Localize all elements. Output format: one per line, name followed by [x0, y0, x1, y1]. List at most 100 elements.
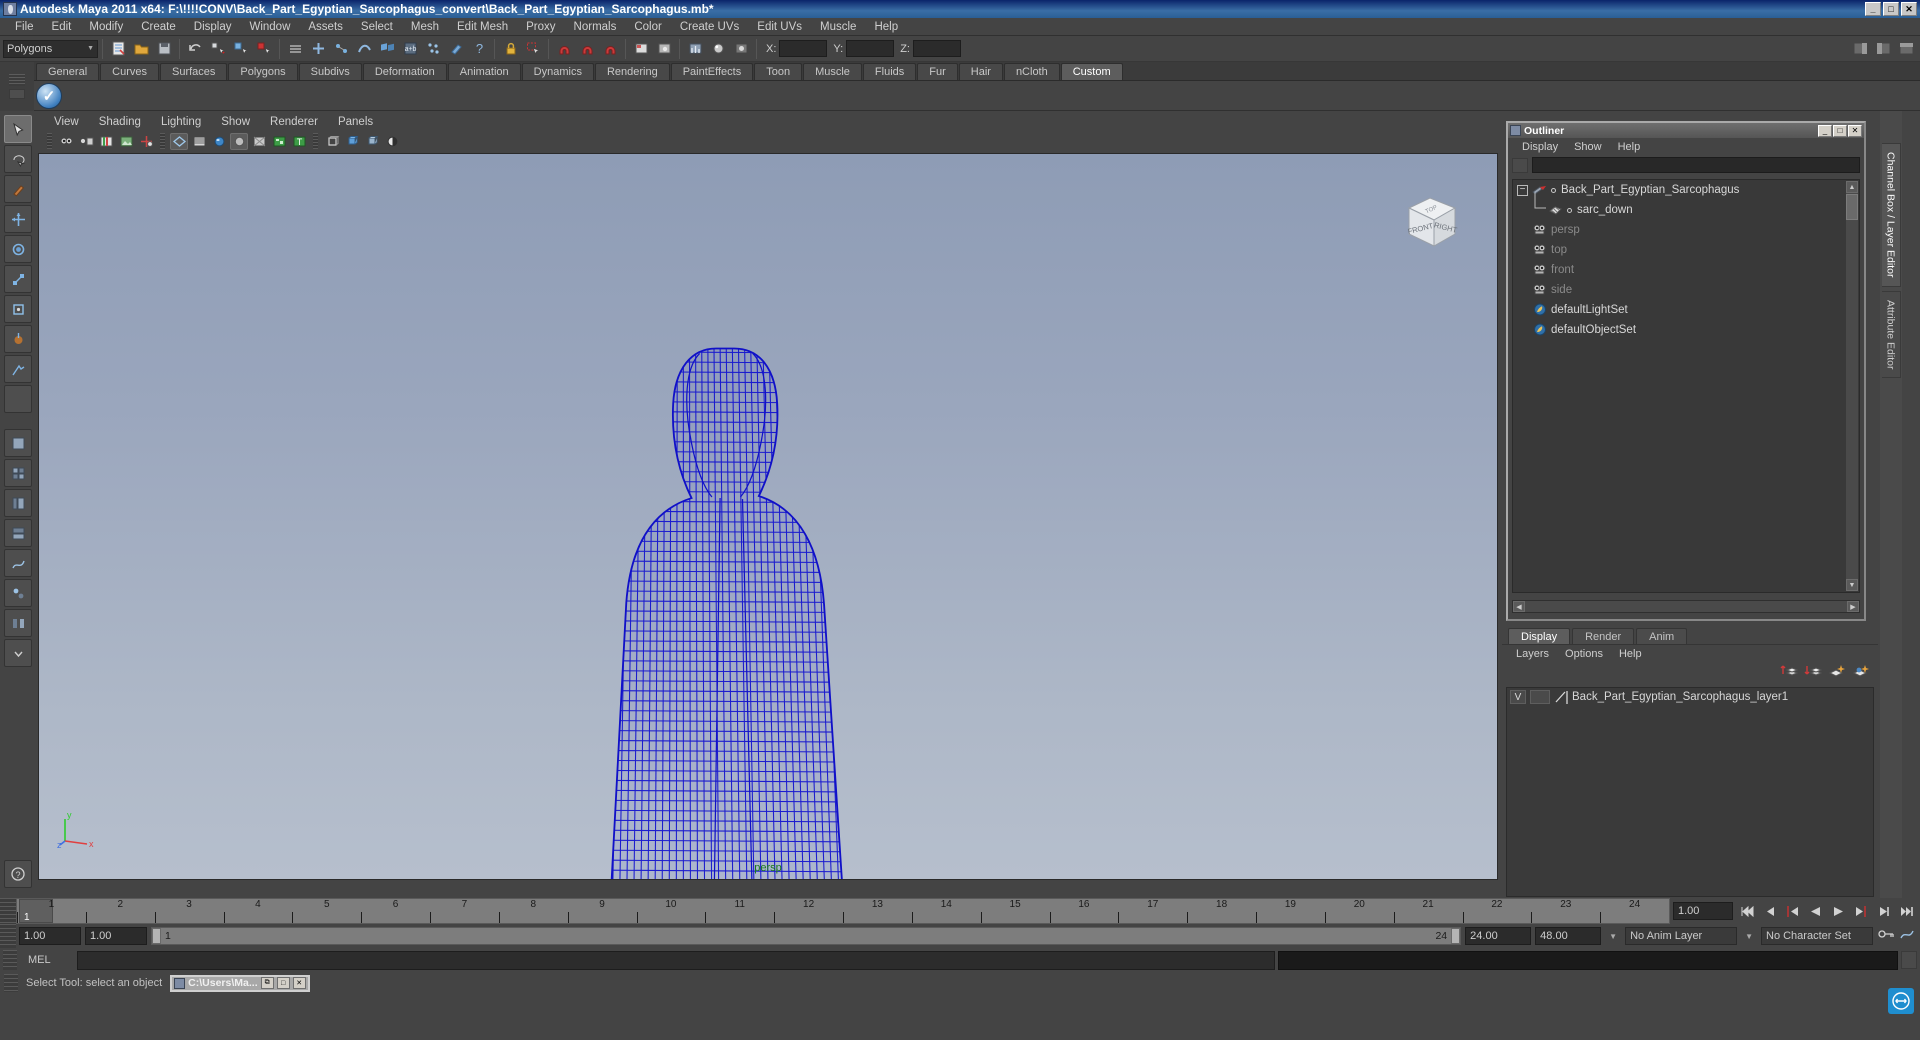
shelf-tab-ncloth[interactable]: nCloth — [1003, 63, 1060, 80]
construction-history-icon[interactable]: a+b — [399, 38, 421, 60]
outliner-item-defaultlightset[interactable]: defaultLightSet — [1513, 300, 1859, 320]
universal-manipulator-icon[interactable] — [4, 295, 32, 323]
smooth-mesh-preview-icon[interactable] — [363, 133, 381, 150]
two-d-pan-zoom-icon[interactable] — [137, 133, 155, 150]
layout-single-perspective-icon[interactable] — [4, 429, 32, 457]
view-cube[interactable]: FRONT RIGHT TOP — [1397, 188, 1467, 254]
shelf-tab-curves[interactable]: Curves — [100, 63, 159, 80]
anim-layer-selector[interactable]: No Anim Layer — [1625, 927, 1738, 945]
layer-color-swatch-icon[interactable] — [1554, 690, 1568, 704]
menu-item-create-uvs[interactable]: Create UVs — [671, 20, 748, 34]
rotate-tool-icon[interactable] — [4, 235, 32, 263]
command-input[interactable] — [77, 950, 1275, 970]
taskbar-close-icon[interactable]: ✕ — [292, 977, 306, 989]
hypershade-icon[interactable] — [707, 38, 729, 60]
magnet-a-icon[interactable] — [553, 38, 575, 60]
layer-menu-layers[interactable]: Layers — [1508, 648, 1557, 660]
menu-item-normals[interactable]: Normals — [565, 20, 626, 34]
scroll-right-icon[interactable]: ▶ — [1847, 601, 1859, 612]
taskbar-maximize-icon[interactable]: □ — [276, 977, 290, 989]
menu-item-file[interactable]: File — [6, 20, 43, 34]
render-settings-icon[interactable] — [684, 38, 706, 60]
scroll-thumb[interactable] — [1846, 194, 1858, 220]
outliner-connector-dot[interactable] — [1567, 207, 1572, 213]
layer-row[interactable]: V Back_Part_Egyptian_Sarcophagus_layer1 — [1507, 688, 1873, 706]
side-tab-attribute-editor[interactable]: Attribute Editor — [1881, 290, 1901, 378]
lasso-tool-icon[interactable] — [4, 145, 32, 173]
time-slider-grip[interactable] — [0, 898, 16, 924]
shelf-tab-fluids[interactable]: Fluids — [862, 63, 917, 80]
layer-menu-options[interactable]: Options — [1557, 648, 1611, 660]
make-live-icon[interactable] — [422, 38, 444, 60]
show-hide-channel-box-icon[interactable] — [1849, 38, 1871, 60]
menu-item-proxy[interactable]: Proxy — [517, 20, 564, 34]
icon-bar-grip[interactable] — [47, 133, 52, 149]
range-slider-grip[interactable] — [0, 924, 16, 948]
hardware-texturing-icon[interactable] — [210, 133, 228, 150]
step-forward-frame-icon[interactable] — [1874, 901, 1894, 921]
select-by-object-icon[interactable] — [230, 38, 252, 60]
outliner-filter-icon[interactable] — [1512, 157, 1528, 173]
outliner-menu-help[interactable]: Help — [1610, 141, 1649, 153]
layout-more-icon[interactable] — [4, 639, 32, 667]
move-tool-icon[interactable] — [4, 205, 32, 233]
menu-item-window[interactable]: Window — [240, 20, 299, 34]
save-scene-icon[interactable] — [153, 38, 175, 60]
current-time-field[interactable]: 1.00 — [1673, 902, 1733, 920]
play-backwards-icon[interactable] — [1805, 901, 1825, 921]
outliner-close-icon[interactable]: ✕ — [1848, 124, 1862, 137]
select-tool-icon[interactable] — [522, 38, 544, 60]
step-back-key-icon[interactable] — [1782, 901, 1802, 921]
menu-item-edit-uvs[interactable]: Edit UVs — [748, 20, 811, 34]
custom-shelf-check-icon[interactable]: ✓ — [36, 82, 62, 109]
paint-select-tool-icon[interactable] — [4, 175, 32, 203]
go-to-start-icon[interactable] — [1736, 901, 1756, 921]
shelf-tab-hair[interactable]: Hair — [958, 63, 1003, 80]
select-tool-icon[interactable] — [4, 115, 32, 143]
viewport-menu-view[interactable]: View — [44, 116, 89, 128]
shelf-tab-muscle[interactable]: Muscle — [803, 63, 862, 80]
window-controls[interactable]: _ □ ✕ — [1865, 2, 1917, 16]
viewport-menu-lighting[interactable]: Lighting — [151, 116, 211, 128]
outliner-item-side[interactable]: side — [1513, 280, 1859, 300]
book-bookmarks-icon[interactable] — [97, 133, 115, 150]
help-line-grip[interactable] — [4, 974, 18, 992]
isolate-select-icon[interactable] — [323, 133, 341, 150]
last-tool-used-icon[interactable] — [4, 385, 32, 413]
script-editor-icon[interactable] — [1901, 951, 1917, 969]
icon-bar-grip[interactable] — [160, 133, 165, 149]
go-to-end-icon[interactable] — [1897, 901, 1917, 921]
viewport-menu-show[interactable]: Show — [211, 116, 260, 128]
anim-total-field[interactable]: 48.00 — [1535, 927, 1602, 945]
outliner-item-front[interactable]: front — [1513, 260, 1859, 280]
layout-hypershade-icon[interactable] — [4, 579, 32, 607]
magnet-b-icon[interactable] — [576, 38, 598, 60]
layer-editor-tab-display[interactable]: Display — [1508, 628, 1571, 644]
help-line-icon[interactable]: ? — [468, 38, 490, 60]
viewport-menu-panels[interactable]: Panels — [328, 116, 383, 128]
menu-item-muscle[interactable]: Muscle — [811, 20, 865, 34]
menu-item-edit[interactable]: Edit — [43, 20, 81, 34]
menu-item-create[interactable]: Create — [132, 20, 185, 34]
shelf-tab-subdivs[interactable]: Subdivs — [298, 63, 362, 80]
range-end-handle[interactable] — [1451, 928, 1461, 944]
layer-visibility-toggle[interactable]: V — [1510, 690, 1526, 704]
snap-curve-icon[interactable] — [330, 38, 352, 60]
teamviewer-overlay-icon[interactable] — [1888, 988, 1914, 1014]
wireframe-shading-icon[interactable] — [170, 132, 188, 150]
snap-surface-icon[interactable] — [353, 38, 375, 60]
shelf-tab-dynamics[interactable]: Dynamics — [521, 63, 594, 80]
shelf-tab-rendering[interactable]: Rendering — [594, 63, 670, 80]
coord-z-input[interactable] — [912, 40, 961, 57]
outliner-horizontal-scrollbar[interactable]: ◀ ▶ — [1512, 600, 1860, 613]
undo-icon[interactable] — [184, 38, 206, 60]
sarcophagus-wireframe-model[interactable] — [39, 154, 1497, 879]
select-camera-icon[interactable] — [57, 133, 75, 150]
range-start-field[interactable]: 1.00 — [19, 927, 81, 945]
side-tab-channel-box-layer-editor[interactable]: Channel Box / Layer Editor — [1881, 143, 1901, 287]
command-language-label[interactable]: MEL — [20, 954, 74, 966]
shadows-icon[interactable] — [250, 133, 268, 150]
move-layer-down-icon[interactable] — [1804, 663, 1823, 684]
lock-icon[interactable] — [499, 38, 521, 60]
show-hide-attribute-editor-icon[interactable] — [1872, 38, 1894, 60]
